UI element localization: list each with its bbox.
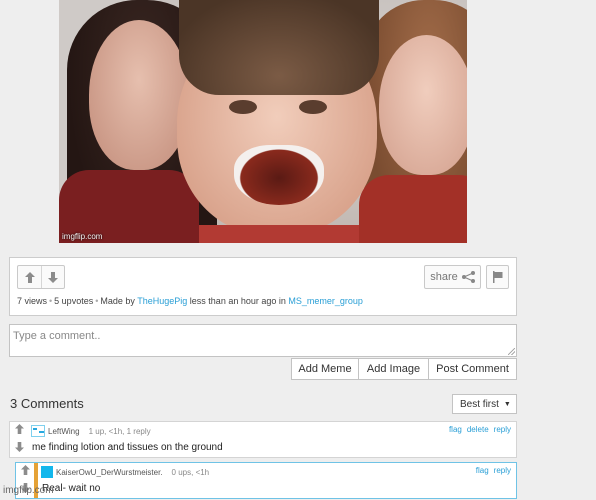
comment-upvote-button[interactable] (20, 465, 30, 478)
author-link[interactable]: TheHugePig (137, 296, 187, 306)
delete-link[interactable]: delete (467, 425, 489, 434)
comment-item: LeftWing 1 up, <1h, 1 reply flag delete … (9, 421, 517, 458)
sort-label: Best first (460, 398, 499, 410)
resize-handle-icon[interactable] (508, 348, 515, 355)
flag-link[interactable]: flag (449, 425, 462, 434)
comments-count-title: 3 Comments (10, 396, 84, 411)
avatar[interactable] (31, 425, 45, 437)
comment-username[interactable]: LeftWing (48, 427, 80, 436)
center-person-eye (229, 100, 257, 114)
stream-link[interactable]: MS_memer_group (288, 296, 363, 306)
comment-meta: 1 up, <1h, 1 reply (88, 426, 151, 436)
image-watermark: imgflip.com (62, 232, 103, 241)
reply-link[interactable]: reply (494, 466, 511, 475)
center-person-hair (179, 0, 379, 95)
site-watermark: imgflip.com (3, 485, 54, 496)
comment-actions: Add Meme Add Image Post Comment (291, 358, 517, 380)
avatar[interactable] (41, 466, 53, 478)
center-person-shirt (199, 225, 359, 243)
comment-header: KaiserOwU_DerWurstmeister. 0 ups, <1h (41, 466, 209, 478)
arrow-up-icon (24, 271, 35, 283)
right-person-shirt (359, 175, 467, 243)
reply-link[interactable]: reply (494, 425, 511, 434)
comment-vote-group (10, 422, 28, 457)
upvotes-count: 5 upvotes (54, 296, 94, 306)
comment-reply-item: KaiserOwU_DerWurstmeister. 0 ups, <1h fl… (15, 462, 517, 499)
made-by-label: Made by (100, 296, 135, 306)
post-vote-group (17, 265, 65, 289)
arrow-up-icon (14, 424, 24, 435)
right-person-face (379, 35, 467, 175)
share-icon (461, 271, 475, 283)
post-comment-button[interactable]: Post Comment (429, 358, 517, 380)
flag-link[interactable]: flag (476, 466, 489, 475)
center-person-mouth (234, 145, 324, 205)
comment-meta: 0 ups, <1h (171, 467, 210, 477)
sort-dropdown[interactable]: Best first ▼ (452, 394, 517, 414)
downvote-button[interactable] (41, 266, 64, 288)
comment-upvote-button[interactable] (14, 424, 24, 437)
left-person-face (89, 20, 189, 170)
arrow-down-icon (48, 271, 58, 283)
add-image-button[interactable]: Add Image (359, 358, 429, 380)
center-person-eye (299, 100, 327, 114)
comment-input[interactable]: Type a comment.. (9, 324, 517, 357)
share-button[interactable]: share (424, 265, 481, 289)
meme-image[interactable]: imgflip.com (59, 0, 467, 243)
upvote-button[interactable] (18, 266, 41, 288)
comment-text: me finding lotion and tissues on the gro… (32, 442, 223, 453)
post-info-panel: share 7 views • 5 upvotes • Made by TheHugeP… (9, 257, 517, 316)
comment-links: flag delete reply (449, 425, 511, 434)
comment-placeholder: Type a comment.. (13, 330, 101, 342)
arrow-down-icon (14, 441, 24, 452)
views-count: 7 views (17, 296, 48, 306)
comment-downvote-button[interactable] (14, 441, 24, 455)
arrow-up-icon (20, 465, 30, 476)
caret-down-icon: ▼ (503, 400, 511, 408)
flag-button[interactable] (486, 265, 509, 289)
post-stats: 7 views • 5 upvotes • Made by TheHugePig les… (17, 296, 363, 306)
comment-links: flag reply (476, 466, 511, 475)
add-meme-button[interactable]: Add Meme (291, 358, 359, 380)
comment-username[interactable]: KaiserOwU_DerWurstmeister. (56, 468, 163, 477)
post-time: less than an hour ago in (189, 296, 286, 306)
flag-icon (492, 271, 502, 283)
share-label: share (430, 271, 458, 283)
comment-header: LeftWing 1 up, <1h, 1 reply (31, 425, 151, 437)
